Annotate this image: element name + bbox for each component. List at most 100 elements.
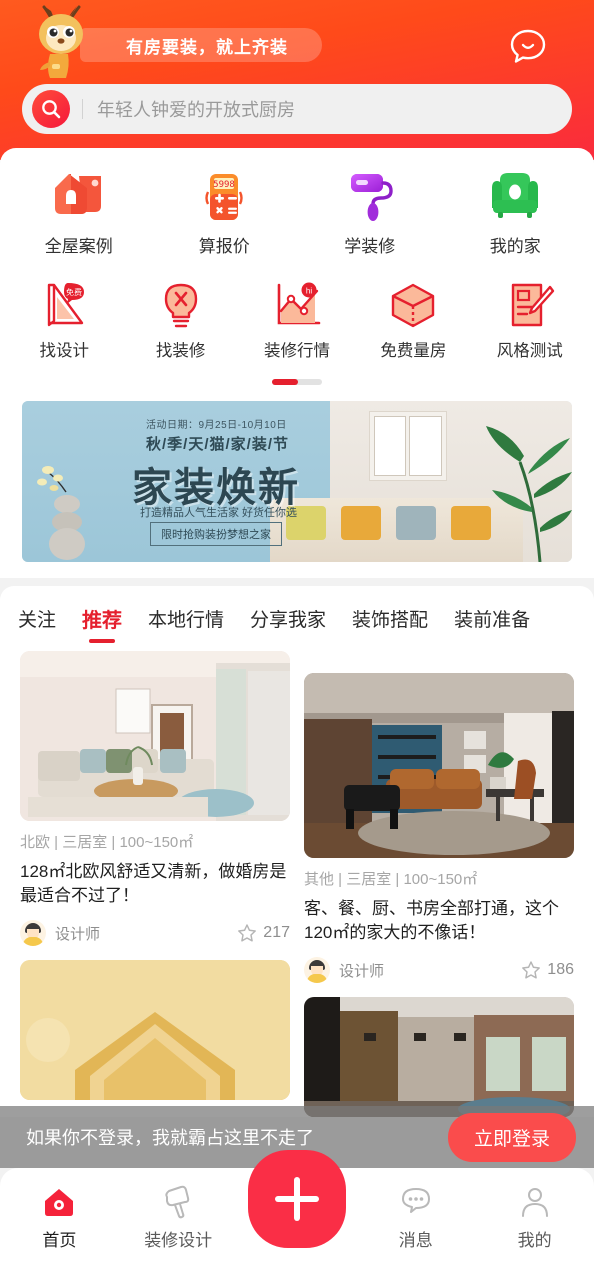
- quick-action-label: 风格测试: [496, 342, 563, 360]
- quick-action-label: 我的家: [489, 237, 541, 256]
- feed-section: 关注 推荐 本地行情 分享我家 装饰搭配 装前准备 北欧 | 三居室 | 100…: [0, 586, 594, 1118]
- quick-action-suanbaojia[interactable]: 5998 算报价: [152, 162, 298, 261]
- banner-vase-flowers: [37, 466, 85, 560]
- quick-action-xuezhuangxiu[interactable]: 学装修: [297, 162, 443, 261]
- card-thumbnail[interactable]: [20, 651, 290, 821]
- feed-card[interactable]: 其他 | 三居室 | 100~150㎡ 客、餐、厨、书房全部打通，这个120㎡的…: [304, 673, 574, 984]
- card-author: 设计师: [55, 925, 101, 943]
- star-outline-icon: [238, 924, 257, 942]
- home-icon: [42, 1184, 76, 1220]
- search-input[interactable]: 年轻人钟爱的开放式厨房: [97, 96, 295, 122]
- search-icon-circle: [32, 90, 70, 128]
- card-footer: 设计师 217: [20, 920, 290, 947]
- banner-description: 打造精品人气生活家 好货任你选: [140, 507, 298, 519]
- quick-action-zhaozhuangxiu[interactable]: 找装修: [122, 275, 238, 365]
- cube-measure-icon: [388, 279, 438, 333]
- quick-action-mianfeiliangfang[interactable]: 免费量房: [355, 275, 471, 365]
- clipboard-pen-icon: [505, 279, 555, 333]
- quick-action-wodejia[interactable]: 我的家: [443, 162, 589, 261]
- quick-action-label: 算报价: [198, 237, 250, 256]
- tab-bendihangqing[interactable]: 本地行情: [148, 605, 224, 646]
- nav-item-messages[interactable]: 消息: [356, 1184, 475, 1251]
- card-likes[interactable]: 217: [237, 923, 290, 943]
- feed-column-left: 北欧 | 三居室 | 100~150㎡ 128㎡北欧风舒适又清新，做婚房是最适合…: [20, 651, 290, 1117]
- feed-cards: 北欧 | 三居室 | 100~150㎡ 128㎡北欧风舒适又清新，做婚房是最适合…: [0, 647, 594, 1118]
- paint-roller-icon: [341, 166, 399, 228]
- search-divider: [82, 99, 83, 119]
- quick-action-quanwuanli[interactable]: 全屋案例: [6, 162, 152, 261]
- chat-button[interactable]: [506, 24, 550, 68]
- calculator-icon: 5998: [195, 166, 253, 228]
- add-post-button[interactable]: [247, 1150, 346, 1248]
- card-thumbnail[interactable]: [304, 997, 574, 1118]
- quick-grid-primary: 全屋案例 5998 算报价 学装修 我的家: [0, 162, 594, 261]
- feed-tabs: 关注 推荐 本地行情 分享我家 装饰搭配 装前准备: [0, 590, 594, 647]
- card-footer: 设计师 186: [304, 957, 574, 984]
- star-outline-icon: [522, 961, 541, 979]
- quick-action-label: 找设计: [39, 342, 89, 360]
- banner-cushion: [341, 506, 381, 540]
- banner-wall-frames: [368, 411, 447, 481]
- pagination-track[interactable]: [272, 379, 322, 385]
- quick-action-zhuangxiuhangqing[interactable]: hi 装修行情: [239, 275, 355, 365]
- search-bar[interactable]: 年轻人钟爱的开放式厨房: [22, 84, 572, 134]
- promo-banner[interactable]: 活动日期：9月25日-10月10日 秋/季/天/猫/家/装/节 家装焕新 打造精…: [22, 401, 572, 562]
- quick-action-label: 找装修: [155, 342, 206, 360]
- banner-plant: [486, 426, 572, 562]
- slogan-banner: 有房要装，就上齐装: [80, 28, 322, 62]
- chat-dots-icon: [399, 1184, 433, 1220]
- svg-text:免费: 免费: [66, 287, 82, 297]
- avatar[interactable]: [20, 920, 46, 947]
- quick-action-label: 装修行情: [263, 342, 330, 360]
- promo-banner-wrap: 活动日期：9月25日-10月10日 秋/季/天/猫/家/装/节 家装焕新 打造精…: [0, 395, 594, 578]
- tab-zhuangqianzhunbei[interactable]: 装前准备: [454, 605, 530, 646]
- banner-subtitle: 秋/季/天/猫/家/装/节: [146, 436, 290, 453]
- nav-label: 装修设计: [144, 1231, 213, 1250]
- card-title: 128㎡北欧风舒适又清新，做婚房是最适合不过了！: [20, 862, 287, 906]
- quick-action-label: 全屋案例: [44, 237, 113, 256]
- card-author: 设计师: [339, 962, 385, 980]
- bottom-navigation: 首页 装修设计 消息 我的: [0, 1150, 594, 1280]
- grid-pagination[interactable]: [0, 379, 594, 385]
- quick-action-fenggeceshi[interactable]: 风格测试: [472, 275, 588, 365]
- nav-label: 我的: [517, 1231, 552, 1250]
- banner-cushion: [396, 506, 436, 540]
- pagination-thumb: [272, 379, 298, 385]
- app-screen: 有房要装，就上齐装 年轻人钟爱的开放式厨房 全屋案例 5998 算报价 学装修 …: [0, 0, 594, 1280]
- nav-label: 消息: [398, 1231, 433, 1250]
- ruler-design-icon: 免费: [38, 279, 90, 333]
- nav-item-profile[interactable]: 我的: [475, 1184, 594, 1251]
- svg-text:5998: 5998: [213, 180, 235, 190]
- house-tag-icon: [49, 166, 109, 228]
- slogan-text: 有房要装，就上齐装: [126, 37, 288, 57]
- tab-zhuangshidapei[interactable]: 装饰搭配: [352, 605, 428, 646]
- nav-item-home[interactable]: 首页: [0, 1184, 119, 1251]
- mascot-deer-icon: [39, 5, 83, 78]
- banner-date: 活动日期：9月25日-10月10日: [146, 420, 287, 431]
- avatar[interactable]: [304, 957, 330, 984]
- card-thumbnail[interactable]: [20, 960, 290, 1101]
- card-thumbnail[interactable]: [304, 673, 574, 858]
- card-title: 客、餐、厨、书房全部打通，这个120㎡的家大的不像话！: [304, 899, 559, 943]
- nav-item-design[interactable]: 装修设计: [119, 1184, 238, 1251]
- tab-tuijian[interactable]: 推荐: [82, 604, 122, 647]
- trend-chart-icon: hi: [271, 279, 323, 333]
- feed-card[interactable]: 北欧 | 三居室 | 100~150㎡ 128㎡北欧风舒适又清新，做婚房是最适合…: [20, 651, 290, 947]
- quick-actions-panel: 全屋案例 5998 算报价 学装修 我的家 免费 找设计 找装修 hi 装修行情…: [0, 148, 594, 578]
- header-top-row: 有房要装，就上齐装: [22, 0, 572, 82]
- nav-label: 首页: [42, 1231, 77, 1250]
- quick-action-zhaosheji[interactable]: 免费 找设计: [6, 275, 122, 365]
- feed-card[interactable]: [304, 997, 574, 1118]
- card-meta: 北欧 | 三居室 | 100~150㎡: [20, 834, 194, 851]
- login-button[interactable]: 立即登录: [447, 1112, 576, 1162]
- lightbulb-icon: [156, 279, 206, 333]
- quick-grid-secondary: 免费 找设计 找装修 hi 装修行情 免费量房 风格测试: [0, 275, 594, 365]
- quick-action-label: 免费量房: [380, 342, 447, 360]
- card-likes[interactable]: 186: [521, 960, 574, 980]
- tab-fenxiangwojia[interactable]: 分享我家: [250, 605, 326, 646]
- sofa-icon: [486, 166, 544, 228]
- feed-card[interactable]: [20, 960, 290, 1101]
- card-meta: 其他 | 三居室 | 100~150㎡: [304, 871, 478, 888]
- banner-cta-button[interactable]: 限时抢购装扮梦想之家: [150, 522, 282, 546]
- tab-guanzhu[interactable]: 关注: [18, 605, 56, 646]
